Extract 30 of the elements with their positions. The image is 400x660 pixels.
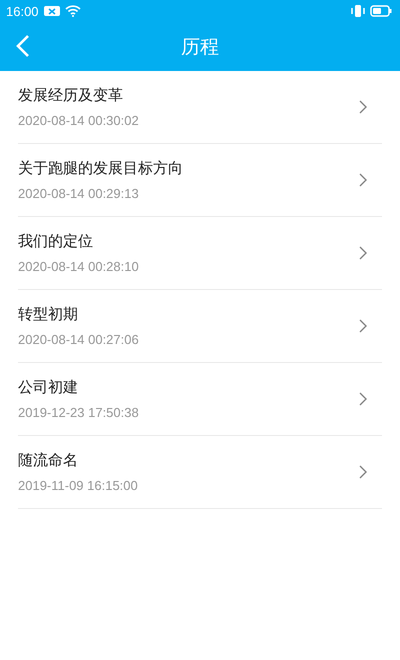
history-item[interactable]: 转型初期 2020-08-14 00:27:06 [18,290,382,363]
wifi-icon [64,5,81,17]
battery-icon [370,5,392,17]
item-title: 公司初建 [18,378,78,397]
page-title: 历程 [181,34,219,60]
vibrate-icon [350,4,366,18]
chevron-icon [359,392,368,406]
item-date: 2020-08-14 00:27:06 [18,332,139,347]
item-title: 关于跑腿的发展目标方向 [18,159,183,178]
message-icon [42,5,61,17]
item-title: 转型初期 [18,305,78,324]
item-title: 发展经历及变革 [18,86,123,105]
item-title: 我们的定位 [18,232,93,251]
status-time: 16:00 [6,4,39,18]
history-item[interactable]: 随流命名 2019-11-09 16:15:00 [18,436,382,509]
chevron-icon [359,100,368,114]
item-date: 2020-08-14 00:28:10 [18,259,139,274]
history-item[interactable]: 发展经历及变革 2020-08-14 00:30:02 [18,71,382,144]
history-item[interactable]: 关于跑腿的发展目标方向 2020-08-14 00:29:13 [18,144,382,217]
item-date: 2019-11-09 16:15:00 [18,478,138,493]
item-date: 2020-08-14 00:30:02 [18,113,139,128]
item-date: 2020-08-14 00:29:13 [18,186,139,201]
chevron-icon [359,319,368,333]
chevron-icon [359,173,368,187]
chevron-icon [359,465,368,479]
item-date: 2019-12-23 17:50:38 [18,405,139,420]
item-title: 随流命名 [18,451,78,470]
chevron-icon [359,246,368,260]
history-item[interactable]: 我们的定位 2020-08-14 00:28:10 [18,217,382,290]
history-item[interactable]: 公司初建 2019-12-23 17:50:38 [18,363,382,436]
